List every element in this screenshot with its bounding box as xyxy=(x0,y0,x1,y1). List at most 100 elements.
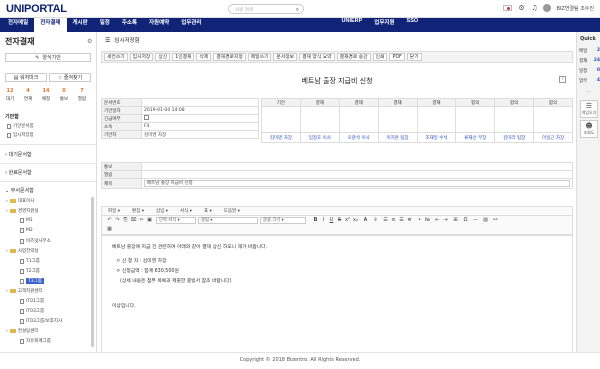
sidebar-settings-icon[interactable]: ⚙ xyxy=(87,38,92,45)
form-draft-button[interactable]: ✎ 양식기안 xyxy=(5,53,91,62)
toolbar-button-7[interactable]: 문서정보 xyxy=(273,53,298,61)
avatar[interactable] xyxy=(543,4,552,12)
nav-item-5[interactable]: 자원예약 xyxy=(143,18,175,32)
quick-item-3[interactable]: 업무 4 xyxy=(579,78,600,84)
approver-name[interactable]: 임정호 이사 xyxy=(299,132,340,143)
quick-item-2[interactable]: 일정 0 xyxy=(579,68,600,74)
tree-item[interactable]: › 경영지원실 xyxy=(6,208,39,215)
tree-item[interactable]: M2 xyxy=(20,228,33,233)
nav-right-item-1[interactable]: 업무지원 xyxy=(368,18,400,32)
superscript-icon[interactable]: x² xyxy=(344,217,351,224)
align-right-icon[interactable]: ☰ xyxy=(398,217,405,224)
sidebar-item-drafts[interactable]: 기안문서함 xyxy=(7,123,34,129)
highlight-icon[interactable]: ⍟ xyxy=(372,217,379,224)
nav-item-4[interactable]: 주소록 xyxy=(116,18,143,32)
redo-icon[interactable]: ↷ xyxy=(114,217,121,224)
editor-menu-3[interactable]: 서식 ▾ xyxy=(180,208,192,214)
editor-body[interactable]: 베트남 출장에 지금 건 관련하여 아래와 같이 결재 상신 하오니 재가 바랍… xyxy=(101,235,573,369)
more-icon[interactable]: ... xyxy=(586,88,591,94)
quick-item-1[interactable]: 결재 24 xyxy=(579,58,600,64)
editor-menu-2[interactable]: 삽입 ▾ xyxy=(156,208,168,214)
employee-search-input[interactable]: 사원 검색 ⌕ xyxy=(228,4,304,14)
sidebar-item-temp-saved[interactable]: 임시저장함 xyxy=(7,132,34,138)
font-size-select[interactable]: 글꼴 크기 ▾ xyxy=(260,217,306,224)
quick-item-0[interactable]: 메일 2 xyxy=(579,48,600,54)
nav-right-item-2[interactable]: SSO xyxy=(401,18,425,32)
toolbar-button-11[interactable]: PDF xyxy=(389,53,405,61)
notify-value[interactable] xyxy=(141,162,573,171)
toolbar-button-3[interactable]: 1인결재 xyxy=(172,53,195,61)
toolbar-button-9[interactable]: 결재경로 승강 xyxy=(336,53,371,61)
strikethrough-icon[interactable]: S xyxy=(336,217,343,224)
copy-icon[interactable]: ⎘ xyxy=(122,217,129,224)
toolbar-button-8[interactable]: 결재 양식 요약 xyxy=(299,53,335,61)
approver-name[interactable]: 김미영 차장 xyxy=(261,132,301,143)
expand-icon[interactable]: › xyxy=(559,76,566,83)
underline-icon[interactable]: U xyxy=(328,217,335,224)
nav-right-item-0[interactable]: UNIERP xyxy=(336,18,369,32)
menu-icon[interactable]: ☰ xyxy=(105,37,110,44)
special-char-icon[interactable]: Ω xyxy=(462,217,469,224)
search-icon[interactable]: ⌕ xyxy=(296,6,299,14)
undo-icon[interactable]: ↶ xyxy=(106,217,113,224)
urgent-checkbox[interactable] xyxy=(144,115,149,120)
favorites-button[interactable]: ☆ 즐겨찾기 xyxy=(49,73,91,82)
tree-item[interactable]: IT01그룹 xyxy=(20,298,44,304)
editor-menu-1[interactable]: 편집 ▾ xyxy=(132,208,144,214)
tree-item[interactable]: T1그룹 xyxy=(20,258,40,264)
align-justify-icon[interactable]: ≣ xyxy=(406,217,413,224)
toolbar-button-10[interactable]: 인쇄 xyxy=(372,53,388,61)
editor-menu-4[interactable]: 표 ▾ xyxy=(204,208,212,214)
horizontal-rule-icon[interactable]: — xyxy=(472,217,479,224)
font-color-icon[interactable]: A xyxy=(362,217,369,224)
approver-name[interactable]: 이일근 차장 xyxy=(533,132,573,143)
table-icon[interactable]: ⊞ xyxy=(452,217,459,224)
link-icon[interactable]: ⚯ xyxy=(492,217,499,224)
approver-name[interactable]: 류재선 부장 xyxy=(455,132,496,143)
more-tools-icon[interactable]: ▦ xyxy=(106,226,113,233)
nav-item-0[interactable]: 전자메일 xyxy=(2,18,34,32)
tree-item[interactable]: M1 xyxy=(20,218,33,223)
quick-box-2[interactable]: ☻ 조회도 xyxy=(580,120,598,138)
user-name[interactable]: BIZ연결팀 조수진 xyxy=(556,5,594,12)
nav-item-6[interactable]: 업무관리 xyxy=(175,18,207,32)
bold-icon[interactable]: B xyxy=(312,217,319,224)
approver-name[interactable]: 조재일 수석 xyxy=(416,132,457,143)
align-left-icon[interactable]: ☰ xyxy=(382,217,389,224)
stat-1[interactable]: 4 연계 xyxy=(22,88,34,102)
sidebar-scrollbar[interactable] xyxy=(91,197,94,347)
stat-2[interactable]: 14 예정 xyxy=(40,88,52,102)
subscript-icon[interactable]: x₂ xyxy=(352,217,359,224)
numbered-list-icon[interactable]: № xyxy=(424,217,431,224)
indent-icon[interactable]: ⇥ xyxy=(442,217,449,224)
editor-menu-5[interactable]: 도움말 ▾ xyxy=(224,208,240,214)
nav-item-2[interactable]: 게시판 xyxy=(67,18,94,32)
bookmark-button[interactable]: ▤ 워처마크 xyxy=(5,73,47,82)
tree-item[interactable]: T3그룹 xyxy=(20,278,44,284)
stat-4[interactable]: 7 열람 xyxy=(76,88,88,102)
tree-item[interactable]: 비즈넷사무소 xyxy=(20,238,51,244)
toolbar-button-2[interactable]: 상신 xyxy=(155,53,171,61)
outdent-icon[interactable]: ⇤ xyxy=(434,217,441,224)
sidebar-group-waiting[interactable]: › 대기문서함 xyxy=(5,151,32,158)
read-value[interactable] xyxy=(141,170,573,179)
paste-icon[interactable]: ⌧ xyxy=(130,217,137,224)
align-center-icon[interactable]: ≡ xyxy=(390,217,397,224)
tree-item[interactable]: T2그룹 xyxy=(20,268,40,274)
toolbar-button-1[interactable]: 임시저장 xyxy=(129,53,154,61)
tree-item[interactable]: IT03그룹/보후지사 xyxy=(20,318,62,324)
cut-icon[interactable]: ✂ xyxy=(138,217,145,224)
tree-item[interactable]: 자유회계그룹 xyxy=(20,338,51,344)
toolbar-button-6[interactable]: 메일쓰기 xyxy=(247,53,272,61)
toolbar-button-0[interactable]: 세컨쓰기 xyxy=(104,53,128,61)
toolbar-button-12[interactable]: 닫기 xyxy=(406,53,422,61)
paragraph-format-select[interactable]: 단락 서식 ▾ xyxy=(156,217,196,224)
sidebar-group-department[interactable]: ⌄ 부서문서함 xyxy=(5,187,34,194)
tree-item[interactable]: › 사업전략실 xyxy=(6,248,39,255)
quick-box-1[interactable]: ☰ 게임오기 xyxy=(580,100,598,118)
settings-icon[interactable]: ⚙ xyxy=(517,4,525,12)
approver-name[interactable]: 이지훈 팀장 xyxy=(377,132,418,143)
font-select[interactable]: 굴림 ▾ xyxy=(198,217,258,224)
stat-3[interactable]: 0 통보 xyxy=(58,88,70,102)
tree-item[interactable]: › 고객지원센터 xyxy=(6,288,43,295)
